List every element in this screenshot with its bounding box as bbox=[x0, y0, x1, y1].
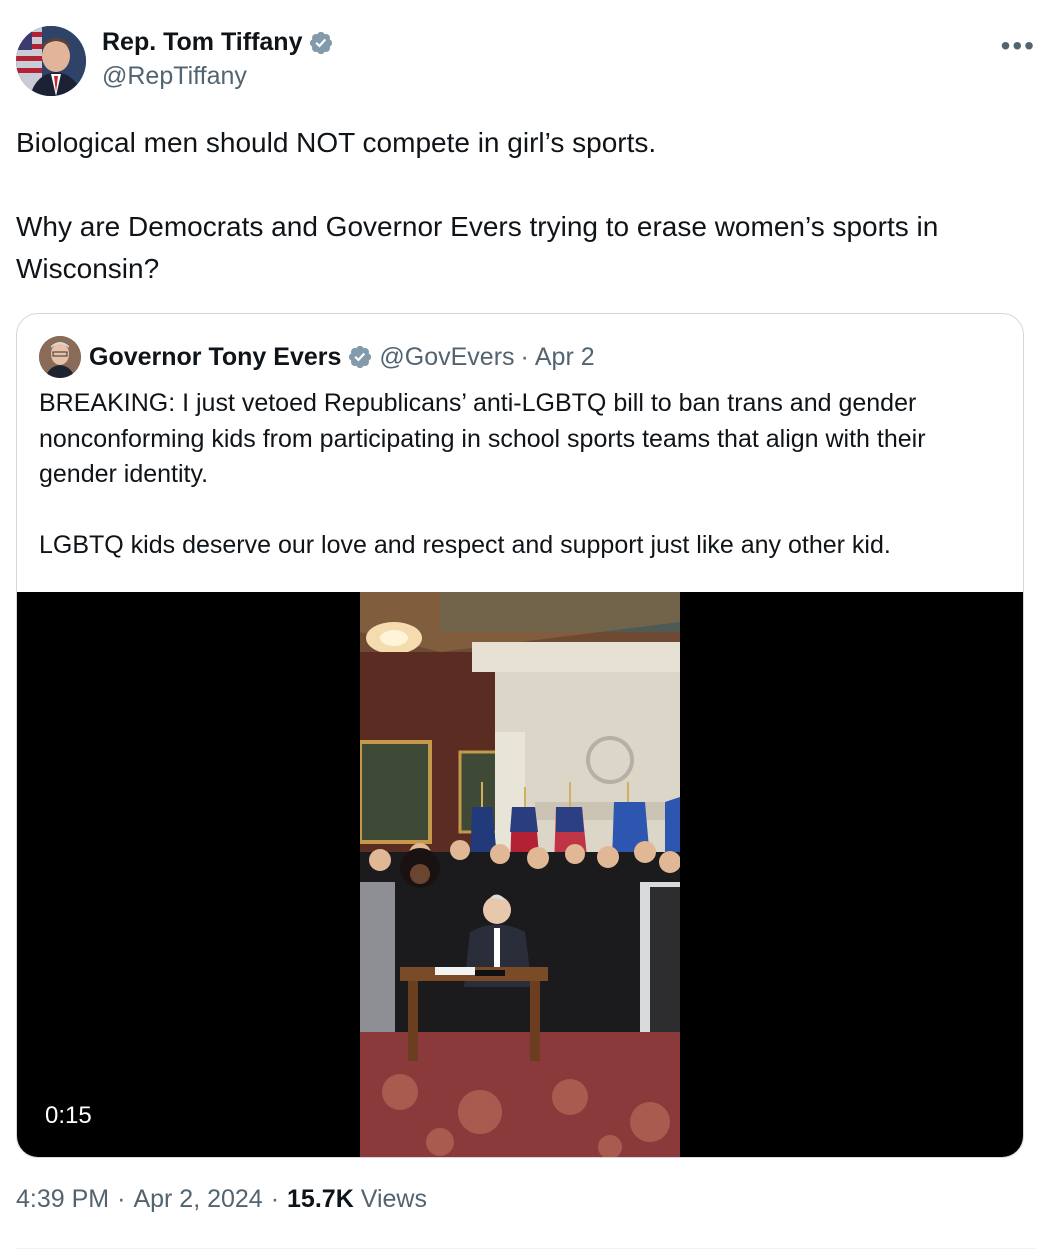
tweet-meta: 4:39 PM · Apr 2, 2024 · 15.7K Views bbox=[16, 1185, 427, 1214]
quoted-author-avatar[interactable] bbox=[39, 336, 81, 378]
views-count[interactable]: 15.7K bbox=[287, 1185, 354, 1214]
quoted-paragraph-1: BREAKING: I just vetoed Republicans’ ant… bbox=[39, 389, 926, 488]
video-player[interactable]: 0:15 bbox=[17, 592, 1023, 1157]
divider bbox=[16, 1248, 1036, 1249]
more-horizontal-icon[interactable]: ••• bbox=[1001, 30, 1036, 62]
quoted-author-handle[interactable]: @GovEvers bbox=[379, 343, 514, 372]
author-name[interactable]: Rep. Tom Tiffany bbox=[102, 28, 302, 57]
quoted-text: BREAKING: I just vetoed Republicans’ ant… bbox=[39, 386, 1009, 564]
separator-dot: · bbox=[117, 1185, 126, 1213]
tweet-header: Rep. Tom Tiffany @RepTiffany ••• bbox=[16, 24, 1036, 100]
verified-badge-icon bbox=[310, 31, 333, 54]
separator-dot: · bbox=[520, 342, 529, 371]
video-frame bbox=[360, 592, 680, 1157]
author-handle[interactable]: @RepTiffany bbox=[102, 62, 247, 91]
tweet-paragraph-1: Biological men should NOT compete in gir… bbox=[16, 127, 657, 158]
views-label: Views bbox=[360, 1185, 427, 1213]
author-avatar[interactable] bbox=[16, 26, 86, 96]
video-duration: 0:15 bbox=[45, 1102, 92, 1129]
author-name-row: Rep. Tom Tiffany bbox=[102, 28, 334, 57]
quoted-header: Governor Tony Evers @GovEvers · Apr 2 bbox=[39, 336, 595, 378]
tweet-paragraph-2: Why are Democrats and Governor Evers try… bbox=[16, 211, 939, 284]
tweet-date[interactable]: Apr 2, 2024 bbox=[133, 1185, 262, 1214]
quoted-paragraph-2: LGBTQ kids deserve our love and respect … bbox=[39, 531, 891, 559]
separator-dot: · bbox=[270, 1185, 280, 1213]
quoted-author-name[interactable]: Governor Tony Evers bbox=[89, 343, 341, 372]
verified-badge-icon bbox=[349, 345, 372, 369]
quoted-tweet[interactable]: Governor Tony Evers @GovEvers · Apr 2 BR… bbox=[16, 313, 1024, 1158]
tweet-text: Biological men should NOT compete in gir… bbox=[16, 122, 1026, 290]
quoted-date[interactable]: Apr 2 bbox=[535, 343, 595, 372]
tweet-time[interactable]: 4:39 PM bbox=[16, 1185, 109, 1214]
